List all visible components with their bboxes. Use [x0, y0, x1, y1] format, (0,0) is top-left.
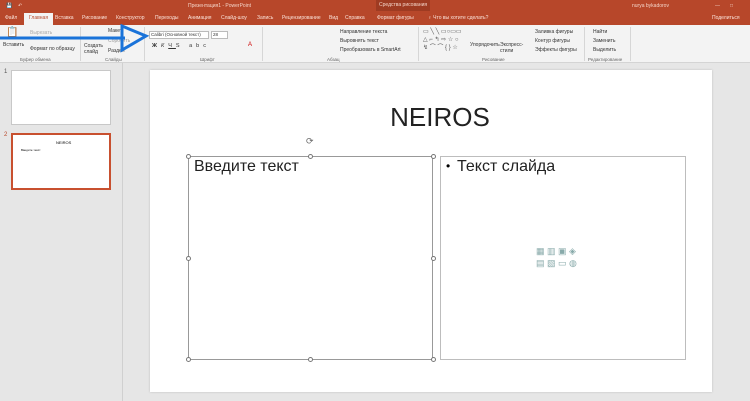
slides-group-label: Слайды	[105, 57, 122, 62]
slide-canvas: NEIROS Введите текст ⟳ • Текст слайда ▦ …	[150, 70, 712, 392]
context-label: Средства рисования	[376, 0, 431, 11]
resize-handle[interactable]	[186, 256, 191, 261]
paragraph-group-label: Абзац	[327, 57, 340, 62]
save-icon[interactable]: 💾	[6, 3, 12, 9]
slide-thumbnail-2[interactable]: NEIROS Введите текст	[11, 133, 111, 190]
replace-button[interactable]: Заменить	[593, 38, 615, 44]
content-placeholder-right[interactable]: • Текст слайда ▦ ▥ ▣ ◈ ▤ ▧ ▭ ◍	[440, 156, 686, 360]
content-placeholder-left[interactable]: Введите текст	[188, 156, 433, 360]
thumb-number: 2	[4, 132, 8, 138]
share-button[interactable]: Поделиться	[712, 15, 740, 21]
tab-view[interactable]: Вид	[329, 15, 338, 21]
window-title: Презентация1 - PowerPoint	[188, 3, 251, 9]
tab-transitions[interactable]: Переходы	[155, 15, 178, 21]
resize-handle[interactable]	[308, 357, 313, 362]
text-direction-button[interactable]: Направление текста	[340, 29, 387, 35]
slide-thumbnails-pane: 1 2 NEIROS Введите текст	[0, 63, 123, 401]
resize-handle[interactable]	[431, 256, 436, 261]
placeholder-text: Текст слайда	[457, 158, 556, 175]
title-bar: 💾 ↶ Презентация1 - PowerPoint Средства р…	[0, 0, 750, 11]
user-name[interactable]: nurya bykadorov	[632, 3, 669, 9]
shapes-gallery[interactable]: ▭ ╲ ╲ ▭○▭▭ △ ⌐ ↰ ⇨ ☆ ○ ↯ ⌒ ⌒ { } ☆	[423, 28, 462, 52]
font-size-select[interactable]: 28	[211, 31, 228, 39]
tab-slideshow[interactable]: Слайд-шоу	[221, 15, 247, 21]
tab-design[interactable]: Конструктор	[116, 15, 145, 21]
resize-handle[interactable]	[308, 154, 313, 159]
slide-title[interactable]: NEIROS	[150, 102, 730, 133]
bullet-icon: •	[446, 159, 451, 173]
shape-fill-button[interactable]: Заливка фигуры	[535, 29, 573, 35]
resize-handle[interactable]	[186, 154, 191, 159]
select-button[interactable]: Выделить	[593, 47, 616, 53]
font-name-select[interactable]: Calibri (Основной текст)	[149, 31, 209, 39]
shape-effects-button[interactable]: Эффекты фигуры	[535, 47, 577, 53]
insert-content-icons[interactable]: ▦ ▥ ▣ ◈ ▤ ▧ ▭ ◍	[536, 245, 577, 269]
thumb-title: NEIROS	[56, 140, 72, 145]
find-button[interactable]: Найти	[593, 29, 607, 35]
tab-insert[interactable]: Вставка	[55, 15, 74, 21]
tell-me-search[interactable]: ♀ Что вы хотите сделать?	[428, 15, 488, 21]
thumb-number: 1	[4, 69, 8, 75]
font-color-icon[interactable]: A	[248, 42, 252, 48]
smartart-button[interactable]: Преобразовать в SmartArt	[340, 47, 401, 53]
undo-icon[interactable]: ↶	[18, 3, 22, 9]
maximize-button[interactable]: □	[730, 3, 733, 9]
font-group-label: Шрифт	[200, 57, 215, 62]
rotate-handle-icon[interactable]: ⟳	[306, 136, 314, 147]
clipboard-group-label: Буфер обмена	[20, 57, 51, 62]
tab-help[interactable]: Справка	[345, 15, 365, 21]
minimize-button[interactable]: —	[715, 3, 720, 9]
ribbon-tabs: Файл Главная Вставка Рисование Конструкт…	[0, 11, 750, 25]
shape-outline-button[interactable]: Контур фигуры	[535, 38, 570, 44]
resize-handle[interactable]	[431, 357, 436, 362]
tab-draw[interactable]: Рисование	[82, 15, 107, 21]
slide-thumbnail-1[interactable]	[11, 70, 111, 125]
font-format-buttons[interactable]: ЖКЧS abc	[152, 43, 210, 49]
thumb-text: Введите текст	[21, 148, 41, 152]
tab-file[interactable]: Файл	[5, 15, 17, 21]
align-text-button[interactable]: Выровнять текст	[340, 38, 379, 44]
tab-shape-format[interactable]: Формат фигуры	[377, 15, 414, 21]
tab-animations[interactable]: Анимация	[188, 15, 211, 21]
editing-group-label: Редактирование	[588, 57, 623, 62]
resize-handle[interactable]	[186, 357, 191, 362]
arrange-button[interactable]: Упорядочить	[470, 42, 500, 48]
resize-handle[interactable]	[431, 154, 436, 159]
drawing-group-label: Рисование	[482, 57, 505, 62]
tab-record[interactable]: Запись	[257, 15, 273, 21]
tell-me-label: Что вы хотите сделать?	[433, 15, 489, 21]
placeholder-text: Введите текст	[194, 158, 299, 175]
blue-arrow-annotation	[0, 24, 150, 53]
tab-review[interactable]: Рецензирование	[282, 15, 321, 21]
quick-styles-button[interactable]: Экспресс-стили	[500, 42, 524, 54]
